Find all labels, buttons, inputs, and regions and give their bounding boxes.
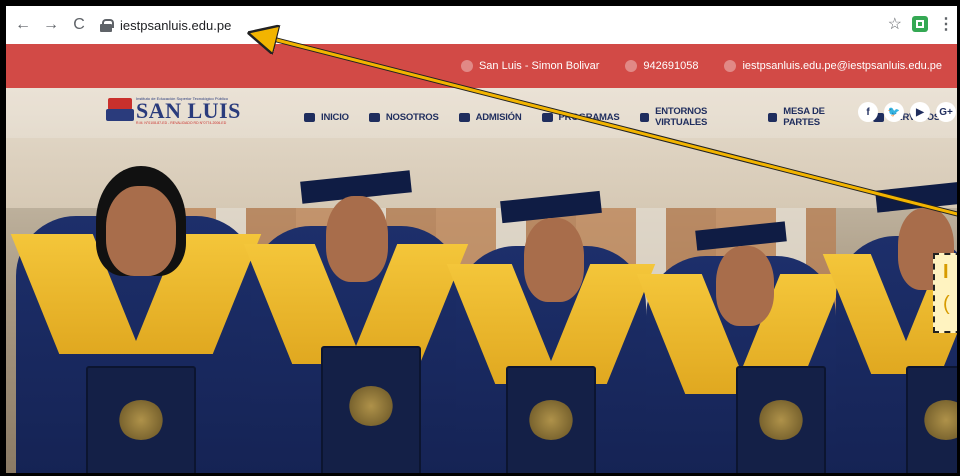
laptop-icon — [639, 112, 650, 122]
users-icon — [368, 112, 380, 122]
graduate — [456, 146, 646, 473]
back-icon[interactable]: ← — [12, 14, 34, 36]
url-text: iestpsanluis.edu.pe — [120, 17, 232, 33]
graduate — [16, 146, 256, 473]
youtube-icon[interactable]: ▶ — [910, 102, 930, 122]
menu-label: PROGRAMAS — [558, 111, 620, 123]
kebab-icon[interactable]: ⋮ — [938, 14, 954, 34]
extension-icon[interactable] — [912, 16, 928, 32]
screenshot-frame: ← → C iestpsanluis.edu.pe ☆ ⋮ San Luis -… — [0, 0, 960, 476]
social-links: f 🐦 ▶ G+ — [858, 102, 956, 122]
callout-text-2: ( — [943, 293, 950, 315]
menu-admision[interactable]: ADMISIÓN — [458, 111, 522, 123]
menu-label: ENTORNOS VIRTUALES — [655, 106, 708, 128]
menu-nosotros[interactable]: NOSOTROS — [368, 111, 439, 123]
logo-resolution: R.M. N°0108-87-ED - REVALIDADO RD N°0774… — [136, 121, 227, 125]
email-text: iestpsanluis.edu.pe@iestpsanluis.edu.pe — [742, 60, 942, 72]
graduate — [251, 136, 461, 473]
phone-text: 942691058 — [643, 60, 699, 72]
browser-actions: ☆ ⋮ — [888, 14, 954, 34]
facebook-icon[interactable]: f — [858, 102, 878, 122]
menu-label: MESA DE PARTES — [783, 106, 825, 128]
book-icon — [541, 112, 553, 122]
logo-emblem-icon — [106, 97, 134, 124]
browser-toolbar: ← → C iestpsanluis.edu.pe ☆ ⋮ — [6, 6, 957, 44]
map-pin-icon — [460, 60, 473, 72]
id-card-icon — [767, 112, 778, 122]
logo-title: SAN LUIS — [136, 98, 241, 123]
lock-icon — [100, 18, 114, 32]
reload-icon[interactable]: C — [68, 14, 90, 36]
site-logo[interactable]: Instituto de Educación Superior Tecnológ… — [106, 96, 241, 125]
home-icon — [304, 112, 315, 122]
hero-image — [6, 88, 957, 473]
callout-text-1: I — [943, 261, 949, 283]
menu-inicio[interactable]: INICIO — [304, 112, 349, 123]
menu-mesa-de-partes[interactable]: MESA DE PARTES — [767, 106, 854, 128]
google-plus-icon[interactable]: G+ — [936, 102, 956, 122]
graduation-cap-icon — [458, 112, 470, 122]
graduate — [646, 166, 836, 473]
menu-label: NOSOTROS — [385, 111, 439, 123]
address-bar[interactable]: iestpsanluis.edu.pe — [100, 12, 231, 38]
menu-label: INICIO — [321, 111, 349, 123]
site-navbar: Instituto de Educación Superior Tecnológ… — [6, 88, 957, 138]
whatsapp-icon — [625, 60, 638, 72]
mail-icon — [724, 60, 737, 72]
menu-label: ADMISIÓN — [475, 111, 522, 123]
menu-programas[interactable]: PROGRAMAS — [541, 111, 620, 123]
twitter-icon[interactable]: 🐦 — [884, 102, 904, 122]
phone-info[interactable]: 942691058 — [625, 60, 698, 72]
location-text: San Luis - Simon Bolivar — [478, 60, 600, 72]
site-topbar: San Luis - Simon Bolivar 942691058 iestp… — [6, 44, 957, 88]
star-icon[interactable]: ☆ — [888, 14, 902, 34]
email-info[interactable]: iestpsanluis.edu.pe@iestpsanluis.edu.pe — [724, 60, 942, 72]
location-info: San Luis - Simon Bolivar — [460, 60, 600, 72]
annotation-callout: I ( — [933, 253, 957, 333]
forward-icon[interactable]: → — [40, 14, 62, 36]
menu-entornos-virtuales[interactable]: ENTORNOS VIRTUALES — [639, 106, 748, 128]
